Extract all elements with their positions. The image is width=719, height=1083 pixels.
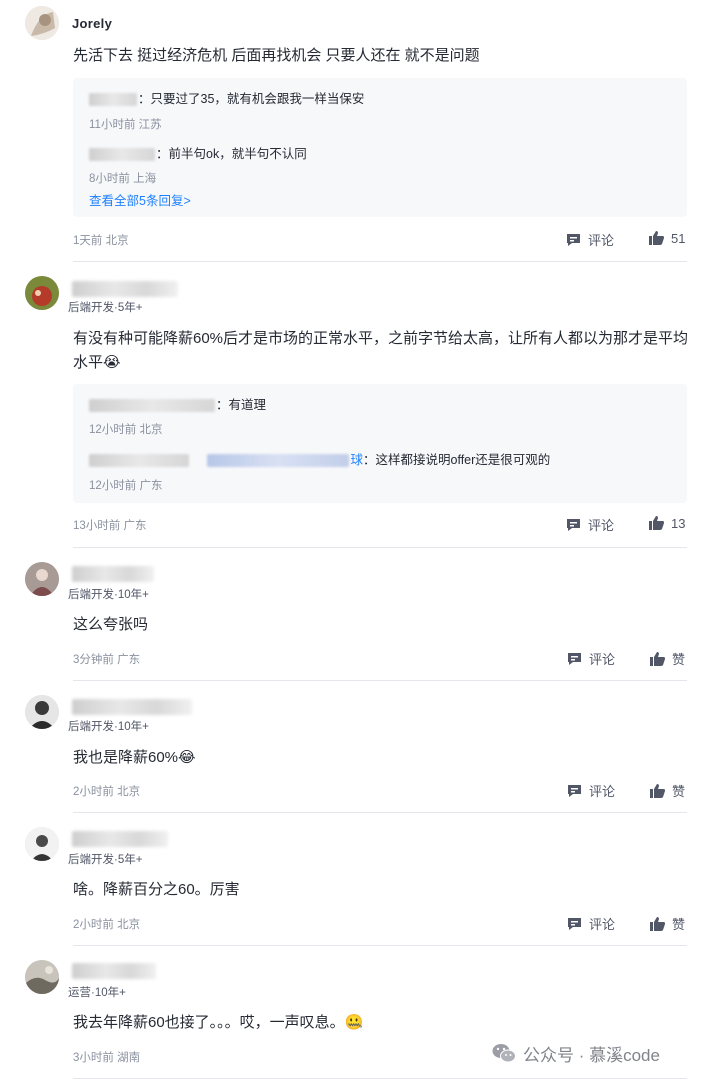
reply-time: 12小时前 广东 <box>89 480 163 492</box>
reply-list: ：只要过了35，就有机会跟我一样当保安 11小时前 江苏 ：前半句ok，就半句不… <box>73 78 687 217</box>
thumbs-up-icon <box>649 516 664 530</box>
avatar[interactable] <box>25 827 59 861</box>
divider <box>73 1078 687 1079</box>
divider <box>73 680 687 681</box>
comment-button[interactable]: 评论 <box>565 230 614 249</box>
avatar[interactable] <box>25 276 59 310</box>
user-name[interactable] <box>72 566 154 582</box>
avatar[interactable] <box>25 695 59 729</box>
thumbs-up-icon <box>650 651 665 666</box>
comment-button[interactable]: 评论 <box>566 914 615 933</box>
divider <box>73 261 687 262</box>
user-title: 后端开发·5年+ <box>68 302 143 314</box>
reply-list: ：有道理 12小时前 北京 球：这样都接说明offer还是很可观的 12小时前 … <box>73 384 687 503</box>
reply-user-name[interactable] <box>89 399 215 413</box>
comment-time: 3小时前 湖南 <box>73 1052 141 1064</box>
comment-label: 评论 <box>589 917 616 932</box>
divider <box>73 812 687 813</box>
thumbs-up-icon <box>649 231 664 245</box>
reply-item: 球：这样都接说明offer还是很可观的 <box>89 449 550 468</box>
reply-time: 8小时前 上海 <box>89 173 157 185</box>
comment-text: 啥。降薪百分之60。厉害 <box>73 881 240 898</box>
reply-item: ：有道理 <box>89 394 266 413</box>
comment-label: 评论 <box>589 652 616 667</box>
comment-time: 1天前 北京 <box>73 235 129 247</box>
reply-time: 11小时前 江苏 <box>89 119 162 131</box>
comment-label: 评论 <box>588 518 615 533</box>
comment-button[interactable]: 评论 <box>565 515 614 534</box>
user-name[interactable] <box>72 699 192 715</box>
avatar[interactable] <box>25 562 59 596</box>
reply-user-name[interactable] <box>89 454 189 468</box>
reply-target-name[interactable] <box>207 454 350 468</box>
comment-icon <box>567 518 580 531</box>
comment-label: 评论 <box>588 233 615 248</box>
comment-icon <box>568 917 581 930</box>
comment-button[interactable]: 评论 <box>566 781 615 800</box>
divider <box>73 547 687 548</box>
like-button[interactable]: 赞 <box>649 781 685 800</box>
like-count: 13 <box>671 515 686 531</box>
watermark-text: 公众号 · 慕溪code <box>523 1045 660 1065</box>
avatar[interactable] <box>25 6 59 40</box>
reply-text: ：前半句ok，就半句不认同 <box>156 147 307 161</box>
user-title: 运营·10年+ <box>68 987 126 999</box>
user-name[interactable]: Jorely <box>72 16 112 31</box>
like-count: 51 <box>671 230 686 246</box>
user-name[interactable] <box>72 963 156 979</box>
comment-text: 我去年降薪60也接了。。。哎，一声叹息。🤐 <box>73 1014 364 1031</box>
reply-text: ：有道理 <box>216 398 267 412</box>
user-title: 后端开发·5年+ <box>68 854 143 866</box>
reply-time: 12小时前 北京 <box>89 424 163 436</box>
like-button[interactable]: 13 <box>648 515 685 531</box>
view-all-replies-link[interactable]: 查看全部5条回复> <box>89 190 191 209</box>
comment-text: 这么夸张吗 <box>73 616 149 633</box>
reply-item: ：前半句ok，就半句不认同 <box>89 143 307 162</box>
like-label: 赞 <box>672 652 686 667</box>
comment-time: 13小时前 广东 <box>73 520 147 532</box>
user-name[interactable] <box>72 831 168 847</box>
wechat-icon <box>492 1044 516 1063</box>
comment-text: 先活下去 挺过经济危机 后面再找机会 只要人还在 就不是问题 <box>73 47 480 64</box>
comment-icon <box>567 233 580 246</box>
divider <box>73 945 687 946</box>
like-button[interactable]: 赞 <box>649 649 685 668</box>
like-label: 赞 <box>672 917 686 932</box>
comment-text: 有没有种可能降薪60%后才是市场的正常水平，之前字节给太高，让所有人都以为那才是… <box>73 330 689 371</box>
comment-button[interactable]: 评论 <box>566 649 615 668</box>
comment-icon <box>568 652 581 665</box>
reply-item: ：只要过了35，就有机会跟我一样当保安 <box>89 88 364 107</box>
reply-target-name-suffix[interactable]: 球 <box>350 453 363 467</box>
watermark: 公众号 · 慕溪code <box>491 1040 660 1066</box>
comment-label: 评论 <box>589 784 616 799</box>
user-name[interactable] <box>72 281 178 297</box>
like-label: 赞 <box>672 784 686 799</box>
comment-text: 我也是降薪60%😂 <box>73 749 196 766</box>
comment-time: 3分钟前 广东 <box>73 654 141 666</box>
like-button[interactable]: 51 <box>648 230 685 246</box>
user-title: 后端开发·10年+ <box>68 721 149 733</box>
comment-time: 2小时前 北京 <box>73 919 141 931</box>
user-title: 后端开发·10年+ <box>68 589 149 601</box>
thumbs-up-icon <box>650 783 665 798</box>
reply-user-name[interactable] <box>89 148 155 162</box>
avatar[interactable] <box>25 960 59 994</box>
reply-user-name[interactable] <box>89 93 137 107</box>
comment-time: 2小时前 北京 <box>73 786 141 798</box>
reply-text: ：这样都接说明offer还是很可观的 <box>363 453 551 467</box>
comment-icon <box>568 784 581 797</box>
thumbs-up-icon <box>650 916 665 931</box>
reply-text: ：只要过了35，就有机会跟我一样当保安 <box>138 92 365 106</box>
like-button[interactable]: 赞 <box>649 914 685 933</box>
